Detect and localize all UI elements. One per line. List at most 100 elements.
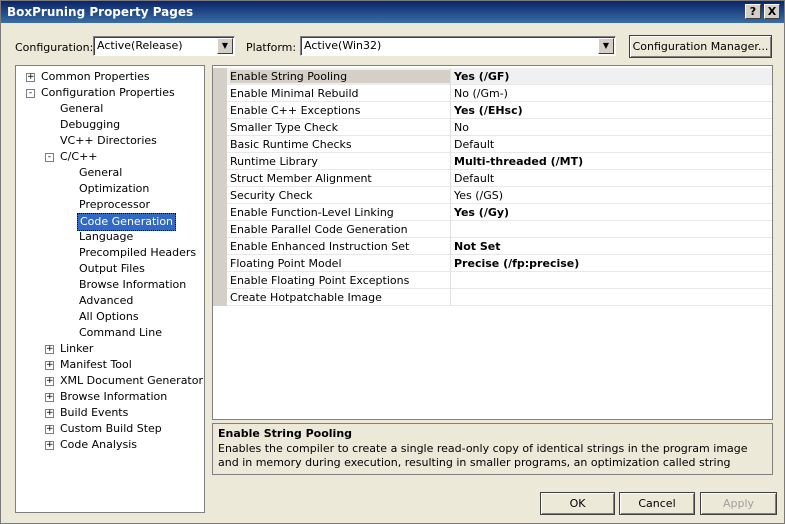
tree-item[interactable]: All Options bbox=[16, 309, 204, 325]
chevron-down-icon[interactable]: ▼ bbox=[217, 38, 233, 54]
tree-item[interactable]: + Manifest Tool bbox=[16, 357, 204, 373]
tree-item[interactable]: + Common Properties bbox=[16, 69, 204, 85]
expand-icon[interactable]: + bbox=[45, 409, 54, 418]
property-name: Enable String Pooling bbox=[230, 70, 450, 83]
help-button[interactable]: ? bbox=[745, 4, 761, 19]
expand-icon[interactable]: + bbox=[45, 393, 54, 402]
property-value[interactable]: Yes (/GF) bbox=[454, 70, 770, 83]
row-gutter bbox=[213, 187, 227, 204]
property-value[interactable]: Yes (/EHsc) bbox=[454, 104, 770, 117]
property-row[interactable]: Enable Parallel Code Generation bbox=[213, 221, 772, 238]
tree-item[interactable]: General bbox=[16, 101, 204, 117]
property-row[interactable]: Enable C++ Exceptions Yes (/EHsc) bbox=[213, 102, 772, 119]
column-divider bbox=[450, 272, 451, 289]
ok-button[interactable]: OK bbox=[540, 492, 615, 515]
cancel-button[interactable]: Cancel bbox=[619, 492, 695, 515]
property-name: Basic Runtime Checks bbox=[230, 138, 352, 151]
property-row[interactable]: Create Hotpatchable Image bbox=[213, 289, 772, 306]
property-value[interactable]: Multi-threaded (/MT) bbox=[454, 155, 770, 168]
column-divider bbox=[450, 255, 451, 272]
tree-item[interactable]: Precompiled Headers bbox=[16, 245, 204, 261]
tree-item[interactable]: Advanced bbox=[16, 293, 204, 309]
tree-item[interactable]: - Configuration Properties bbox=[16, 85, 204, 101]
tree-item-label: Browse Information bbox=[79, 278, 187, 291]
category-tree[interactable]: + Common Properties - Configuration Propert… bbox=[15, 65, 205, 513]
tree-item[interactable]: Code Generation bbox=[16, 213, 204, 231]
property-value[interactable]: Precise (/fp:precise) bbox=[454, 257, 770, 270]
row-gutter bbox=[213, 68, 227, 85]
collapse-icon[interactable]: - bbox=[45, 153, 54, 162]
expand-icon[interactable]: + bbox=[45, 425, 54, 434]
tree-item[interactable]: Debugging bbox=[16, 117, 204, 133]
column-divider bbox=[450, 153, 451, 170]
tree-item[interactable]: + Custom Build Step bbox=[16, 421, 204, 437]
property-name: Floating Point Model bbox=[230, 257, 342, 270]
property-name: Struct Member Alignment bbox=[230, 172, 372, 185]
tree-item[interactable]: + Build Events bbox=[16, 405, 204, 421]
property-row[interactable]: Runtime Library Multi-threaded (/MT) bbox=[213, 153, 772, 170]
expand-icon[interactable]: + bbox=[45, 441, 54, 450]
column-divider bbox=[450, 289, 451, 306]
tree-item-label: All Options bbox=[79, 310, 139, 323]
configuration-manager-button[interactable]: Configuration Manager... bbox=[629, 35, 772, 58]
expand-icon[interactable]: + bbox=[26, 73, 35, 82]
row-gutter bbox=[213, 255, 227, 272]
tree-item[interactable]: Optimization bbox=[16, 181, 204, 197]
property-value[interactable]: Default bbox=[454, 172, 770, 185]
tree-item-label: Preprocessor bbox=[79, 198, 151, 211]
property-row[interactable]: Basic Runtime Checks Default bbox=[213, 136, 772, 153]
property-row[interactable]: Enable Function-Level Linking Yes (/Gy) bbox=[213, 204, 772, 221]
property-name: Enable Floating Point Exceptions bbox=[230, 274, 410, 287]
tree-item[interactable]: + Browse Information bbox=[16, 389, 204, 405]
property-value[interactable]: Default bbox=[454, 138, 770, 151]
property-name: Enable Minimal Rebuild bbox=[230, 87, 359, 100]
tree-item[interactable]: + Linker bbox=[16, 341, 204, 357]
tree-item[interactable]: + XML Document Generator bbox=[16, 373, 204, 389]
configuration-combo[interactable]: Active(Release) ▼ bbox=[93, 36, 235, 56]
property-grid[interactable]: Enable String Pooling Yes (/GF) Enable Min… bbox=[212, 65, 773, 420]
property-name: Enable Enhanced Instruction Set bbox=[230, 240, 410, 253]
close-button[interactable]: X bbox=[764, 4, 780, 19]
tree-item[interactable]: + Code Analysis bbox=[16, 437, 204, 453]
row-gutter bbox=[213, 85, 227, 102]
platform-combo[interactable]: Active(Win32) ▼ bbox=[300, 36, 616, 56]
property-value[interactable]: Not Set bbox=[454, 240, 770, 253]
window-title: BoxPruning Property Pages bbox=[7, 5, 194, 19]
tree-item-label: Output Files bbox=[79, 262, 145, 275]
tree-item-label: Language bbox=[79, 230, 134, 243]
property-row[interactable]: Smaller Type Check No bbox=[213, 119, 772, 136]
property-row[interactable]: Struct Member Alignment Default bbox=[213, 170, 772, 187]
tree-item-label: Browse Information bbox=[60, 390, 168, 403]
tree-item[interactable]: General bbox=[16, 165, 204, 181]
row-gutter bbox=[213, 102, 227, 119]
tree-item[interactable]: Browse Information bbox=[16, 277, 204, 293]
tree-item[interactable]: Preprocessor bbox=[16, 197, 204, 213]
title-bar[interactable]: BoxPruning Property Pages ? X bbox=[1, 1, 784, 23]
chevron-down-icon[interactable]: ▼ bbox=[598, 38, 614, 54]
property-row[interactable]: Enable Minimal Rebuild No (/Gm-) bbox=[213, 85, 772, 102]
tree-item[interactable]: VC++ Directories bbox=[16, 133, 204, 149]
row-gutter bbox=[213, 221, 227, 238]
column-divider bbox=[450, 187, 451, 204]
apply-button[interactable]: Apply bbox=[700, 492, 777, 515]
configuration-value: Active(Release) bbox=[97, 39, 183, 52]
property-value[interactable]: No bbox=[454, 121, 770, 134]
tree-item[interactable]: Command Line bbox=[16, 325, 204, 341]
property-value[interactable]: Yes (/Gy) bbox=[454, 206, 770, 219]
collapse-icon[interactable]: - bbox=[26, 89, 35, 98]
property-value[interactable]: No (/Gm-) bbox=[454, 87, 770, 100]
tree-item[interactable]: - C/C++ bbox=[16, 149, 204, 165]
tree-item-label: Linker bbox=[60, 342, 94, 355]
property-row[interactable]: Security Check Yes (/GS) bbox=[213, 187, 772, 204]
property-row[interactable]: Floating Point Model Precise (/fp:precise… bbox=[213, 255, 772, 272]
column-divider bbox=[450, 102, 451, 119]
expand-icon[interactable]: + bbox=[45, 377, 54, 386]
property-row[interactable]: Enable Floating Point Exceptions bbox=[213, 272, 772, 289]
property-row[interactable]: Enable Enhanced Instruction Set Not Set bbox=[213, 238, 772, 255]
expand-icon[interactable]: + bbox=[45, 361, 54, 370]
property-row[interactable]: Enable String Pooling Yes (/GF) bbox=[213, 68, 772, 85]
tree-item[interactable]: Output Files bbox=[16, 261, 204, 277]
expand-icon[interactable]: + bbox=[45, 345, 54, 354]
tree-item[interactable]: Language bbox=[16, 229, 204, 245]
property-value[interactable]: Yes (/GS) bbox=[454, 189, 770, 202]
